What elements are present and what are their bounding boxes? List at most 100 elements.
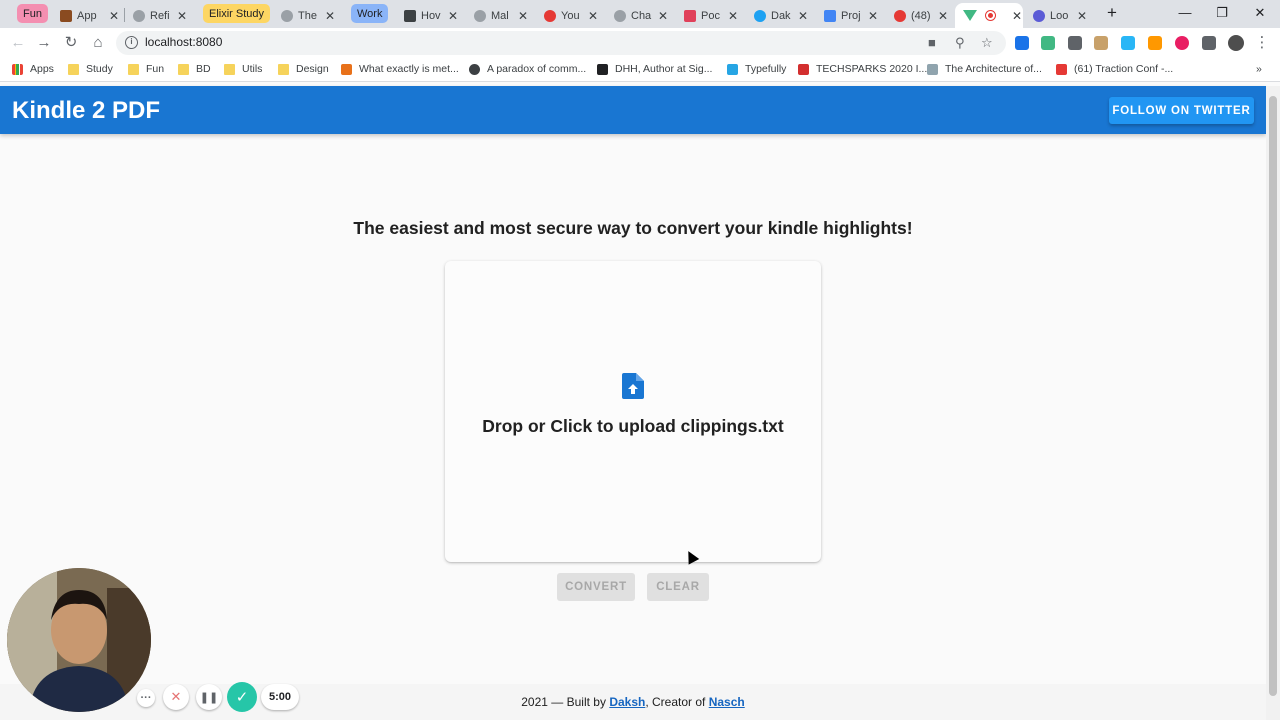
tab-active-vue[interactable]: ✕ [955,3,1023,28]
tab-refi[interactable]: Refi ✕ [133,3,188,28]
tab-group-work[interactable]: Work [351,4,389,23]
tab-cha[interactable]: Cha ✕ [614,3,669,28]
camera-icon[interactable]: ■ [928,35,936,50]
zoom-icon[interactable]: ⚲ [955,35,965,51]
extension-icon[interactable] [1015,36,1029,50]
webcam-preview [7,568,151,712]
scrollbar-thumb[interactable] [1269,96,1277,696]
bookmark-link[interactable]: What exactly is met... [341,63,459,75]
recorder-pause-button[interactable]: ❚❚ [196,684,222,710]
tab-the[interactable]: The ✕ [281,3,336,28]
tab-title: Dak [771,9,791,22]
close-tab-icon[interactable]: ✕ [867,9,879,23]
bookmark-folder-study[interactable]: Study [68,63,113,75]
bookmark-apps[interactable]: Apps [12,63,54,75]
close-tab-icon[interactable]: ✕ [797,9,809,23]
close-tab-icon[interactable]: ✕ [324,9,336,23]
dropzone-label: Drop or Click to upload clippings.txt [482,416,784,436]
scrollbar[interactable] [1266,86,1280,720]
product-link[interactable]: Nasch [709,695,745,709]
tab-dak[interactable]: Dak ✕ [754,3,809,28]
tab-title: Mal [491,9,509,22]
tab-title: Hov [421,9,441,22]
bookmark-label: Utils [242,63,263,75]
bookmark-link[interactable]: The Architecture of... [927,63,1042,75]
minimize-button[interactable]: — [1175,5,1195,20]
back-button[interactable]: ← [8,33,28,53]
menu-kebab-icon[interactable]: ⋮ [1252,33,1272,53]
bookmark-label: Study [86,63,113,75]
author-link[interactable]: Daksh [609,695,645,709]
tab-48[interactable]: (48) ✕ [894,3,949,28]
reload-button[interactable]: ↻ [61,33,81,53]
tab-group-label: Fun [23,7,42,20]
tab-you[interactable]: You ✕ [544,3,599,28]
close-tab-icon[interactable]: ✕ [1076,9,1088,23]
convert-button[interactable]: CONVERT [557,573,635,601]
bookmark-folder-utils[interactable]: Utils [224,63,262,75]
vue-devtools-icon[interactable] [1041,36,1055,50]
recorder-more-icon[interactable]: ··· [137,689,155,707]
address-bar[interactable]: i localhost:8080 ■ ⚲ ☆ [116,31,1006,55]
close-tab-icon[interactable]: ✕ [657,9,669,23]
avatar[interactable] [1228,35,1244,51]
globe-icon [474,9,486,22]
extension-icon[interactable] [1094,36,1108,50]
browser-tab-strip: Fun App ✕ Refi ✕ Elixir Study The ✕ Work… [0,0,1280,28]
tab-title: Cha [631,9,652,22]
close-tab-icon[interactable]: ✕ [727,9,739,23]
bookmark-link[interactable]: DHH, Author at Sig... [597,63,712,75]
folder-icon [224,63,235,75]
tab-group-label: Elixir Study [209,7,265,20]
url-text[interactable]: localhost:8080 [145,35,222,49]
bookmark-link[interactable]: Typefully [727,63,786,75]
bookmark-link[interactable]: (61) Traction Conf -... [1056,63,1173,75]
bookmark-folder-bd[interactable]: BD [178,63,211,75]
close-tab-icon[interactable]: ✕ [108,9,120,23]
tab-group-elixir-study[interactable]: Elixir Study [203,4,271,23]
close-tab-icon[interactable]: ✕ [176,9,188,23]
tab-app[interactable]: App ✕ [60,3,120,28]
bookmark-folder-design[interactable]: Design [278,63,329,75]
tab-loo[interactable]: Loo ✕ [1033,3,1088,28]
forward-button[interactable]: → [34,33,54,53]
follow-on-twitter-button[interactable]: FOLLOW ON TWITTER [1109,97,1254,124]
bookmark-link[interactable]: A paradox of comm... [469,63,586,75]
bookmark-label: What exactly is met... [359,63,459,75]
folder-icon [178,63,189,75]
tab-how[interactable]: Hov ✕ [404,3,459,28]
bookmarks-overflow-icon[interactable]: » [1256,63,1262,75]
bookmark-folder-fun[interactable]: Fun [128,63,164,75]
bookmark-star-icon[interactable]: ☆ [981,35,993,51]
close-window-button[interactable]: ✕ [1250,5,1270,21]
tab-group-fun[interactable]: Fun [17,4,48,23]
extension-icon[interactable] [1121,36,1135,50]
recorder-finish-button[interactable]: ✓ [227,682,257,712]
close-tab-icon[interactable]: ✕ [937,9,949,23]
tab-title: Refi [150,9,170,22]
home-button[interactable]: ⌂ [88,33,108,53]
file-dropzone[interactable]: Drop or Click to upload clippings.txt [445,261,821,562]
extension-icon[interactable] [1068,36,1082,50]
tab-title: Poc [701,9,720,22]
youtube-icon [1056,63,1067,75]
recorder-cancel-button[interactable]: ✕ [163,684,189,710]
tab-poc[interactable]: Poc ✕ [684,3,739,28]
restore-button[interactable]: ❐ [1212,5,1232,21]
info-icon[interactable]: i [125,36,138,49]
close-tab-icon[interactable]: ✕ [447,9,459,23]
tab-proj[interactable]: Proj ✕ [824,3,879,28]
extension-icon[interactable] [1148,36,1162,50]
twitter-icon [754,9,766,22]
new-tab-button[interactable]: + [1102,3,1122,23]
close-tab-icon[interactable]: ✕ [517,9,529,23]
tab-mal[interactable]: Mal ✕ [474,3,529,28]
close-tab-icon[interactable]: ✕ [587,9,599,23]
page-icon [927,63,938,75]
close-tab-icon[interactable]: ✕ [1011,9,1023,23]
clear-button[interactable]: CLEAR [647,573,709,601]
bookmark-link[interactable]: TECHSPARKS 2020 I... [798,63,927,75]
extension-icon[interactable] [1175,36,1189,50]
svn-icon [597,63,608,75]
puzzle-icon[interactable] [1202,36,1216,50]
